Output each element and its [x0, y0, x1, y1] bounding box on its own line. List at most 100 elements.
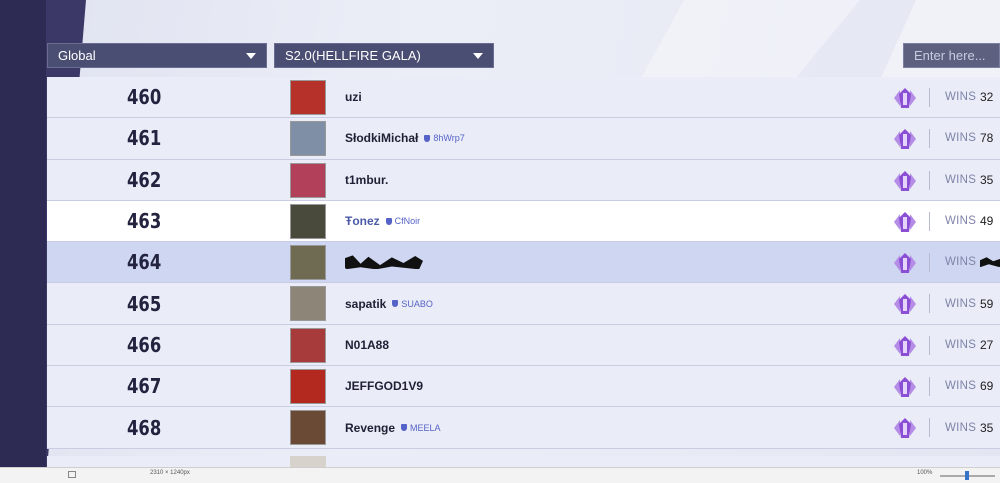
- player-name-cell[interactable]: [345, 242, 423, 282]
- season-dropdown[interactable]: S2.0(HELLFIRE GALA): [274, 43, 494, 68]
- viewer-status-bar: 2310 × 1240px 100%: [0, 467, 1000, 483]
- rank-emblem-icon: [892, 87, 918, 109]
- avatar: [290, 456, 326, 467]
- wins-label: WINS: [945, 215, 977, 228]
- player-name: uzi: [345, 90, 362, 105]
- table-row[interactable]: 467 JEFFGOD1V9 WINS 69: [47, 366, 1000, 408]
- player-name-cell[interactable]: JEFFGOD1V9: [345, 366, 423, 406]
- rank-number: 461: [127, 126, 162, 151]
- divider: [929, 335, 930, 355]
- light-shard-decoration: [880, 0, 1000, 80]
- table-row[interactable]: 468 Revenge MEELA WINS 35: [47, 407, 1000, 449]
- player-name: sapatik: [345, 296, 387, 311]
- wins-value: 32: [980, 90, 994, 105]
- divider: [929, 129, 930, 149]
- rank-number: 465: [127, 291, 162, 316]
- avatar: [290, 369, 326, 405]
- redacted-wins: [980, 257, 1000, 268]
- avatar: [290, 410, 326, 446]
- club-tag: 8hWrp7: [424, 133, 465, 144]
- shield-icon: [392, 300, 399, 308]
- region-dropdown[interactable]: Global: [47, 43, 267, 68]
- player-name: N01A88: [345, 337, 390, 352]
- club-tag-text: MEELA: [410, 422, 441, 433]
- avatar: [290, 203, 326, 239]
- player-name-cell[interactable]: Revenge MEELA: [345, 407, 441, 447]
- redacted-name: [345, 255, 423, 270]
- partial-next-row: [47, 456, 1000, 467]
- zoom-slider-handle[interactable]: [965, 471, 969, 480]
- wins-value: 35: [980, 420, 994, 435]
- wins-value: 49: [980, 214, 994, 229]
- rank-emblem-icon: [892, 170, 918, 192]
- rank-emblem-icon: [892, 376, 918, 398]
- wins-label: WINS: [945, 91, 977, 104]
- divider: [929, 377, 930, 397]
- rank-number: 464: [127, 250, 162, 275]
- wins-label: WINS: [945, 173, 977, 186]
- avatar: [290, 121, 326, 157]
- wins-value: 69: [980, 379, 994, 394]
- table-row[interactable]: 462 t1mbur. WINS 35: [47, 159, 1000, 201]
- divider: [929, 170, 930, 190]
- divider: [929, 88, 930, 107]
- player-name-cell[interactable]: N01A88: [345, 325, 389, 365]
- wins-label: WINS: [945, 297, 977, 310]
- rank-number: 467: [127, 374, 162, 399]
- table-row[interactable]: 466 N01A88 WINS 27: [47, 324, 1000, 367]
- player-name: SłodkiMichał: [345, 131, 419, 146]
- rank-emblem-icon: [892, 335, 918, 357]
- divider: [929, 418, 930, 438]
- leaderboard-list: 460 uzi WINS 32 461 SłodkiMichał 8hWrp7 WINS 78 4…: [47, 77, 1000, 449]
- player-name-cell[interactable]: t1mbur.: [345, 160, 388, 200]
- avatar: [290, 286, 326, 322]
- table-row[interactable]: 461 SłodkiMichał 8hWrp7 WINS 78: [47, 118, 1000, 160]
- wins-value: 59: [980, 296, 994, 311]
- club-tag: SUABO: [392, 299, 433, 309]
- wins-label: WINS: [945, 421, 977, 434]
- rank-emblem-icon: [892, 417, 918, 439]
- club-tag-text: SUABO: [401, 298, 433, 309]
- wins-value: 27: [980, 337, 994, 352]
- player-name: Revenge: [345, 420, 396, 435]
- player-name-cell[interactable]: SłodkiMichał 8hWrp7: [345, 118, 465, 158]
- season-dropdown-value: S2.0(HELLFIRE GALA): [285, 48, 421, 63]
- wins-label: WINS: [945, 256, 977, 269]
- avatar: [290, 245, 326, 281]
- rank-number: 462: [127, 167, 162, 192]
- image-icon: [68, 471, 76, 478]
- rank-emblem-icon: [892, 211, 918, 233]
- search-input[interactable]: [903, 43, 1000, 68]
- wins-value: 35: [980, 172, 994, 187]
- table-row[interactable]: 465 sapatik SUABO WINS 59: [47, 283, 1000, 325]
- table-row[interactable]: 463 Ŧonez CfNoir WINS 49: [47, 200, 1000, 243]
- region-dropdown-value: Global: [58, 48, 96, 63]
- avatar: [290, 162, 326, 198]
- player-name: JEFFGOD1V9: [345, 379, 424, 394]
- divider: [929, 211, 930, 231]
- player-name-cell[interactable]: uzi: [345, 77, 362, 117]
- table-row[interactable]: 464 WINS: [47, 242, 1000, 284]
- rank-number: 466: [127, 332, 162, 357]
- player-name-cell[interactable]: sapatik SUABO: [345, 283, 433, 323]
- player-name: t1mbur.: [345, 172, 389, 187]
- player-name-cell[interactable]: Ŧonez CfNoir: [345, 201, 420, 241]
- table-row[interactable]: 460 uzi WINS 32: [47, 77, 1000, 119]
- club-tag: CfNoir: [385, 216, 420, 226]
- avatar: [290, 327, 326, 363]
- wins-label: WINS: [945, 132, 977, 145]
- divider: [929, 294, 930, 314]
- rank-emblem-icon: [892, 293, 918, 315]
- player-name: Ŧonez: [345, 214, 380, 229]
- wins-label: WINS: [945, 380, 977, 393]
- image-dimensions: 2310 × 1240px: [150, 470, 190, 476]
- club-tag: MEELA: [401, 423, 441, 433]
- chevron-down-icon: [246, 52, 256, 59]
- club-tag-text: 8hWrp7: [433, 133, 465, 144]
- rank-emblem-icon: [892, 252, 918, 274]
- shield-icon: [401, 424, 408, 432]
- zoom-level: 100%: [917, 470, 933, 476]
- wins-label: WINS: [945, 338, 977, 351]
- avatar: [290, 80, 326, 115]
- light-shard-decoration: [640, 0, 860, 80]
